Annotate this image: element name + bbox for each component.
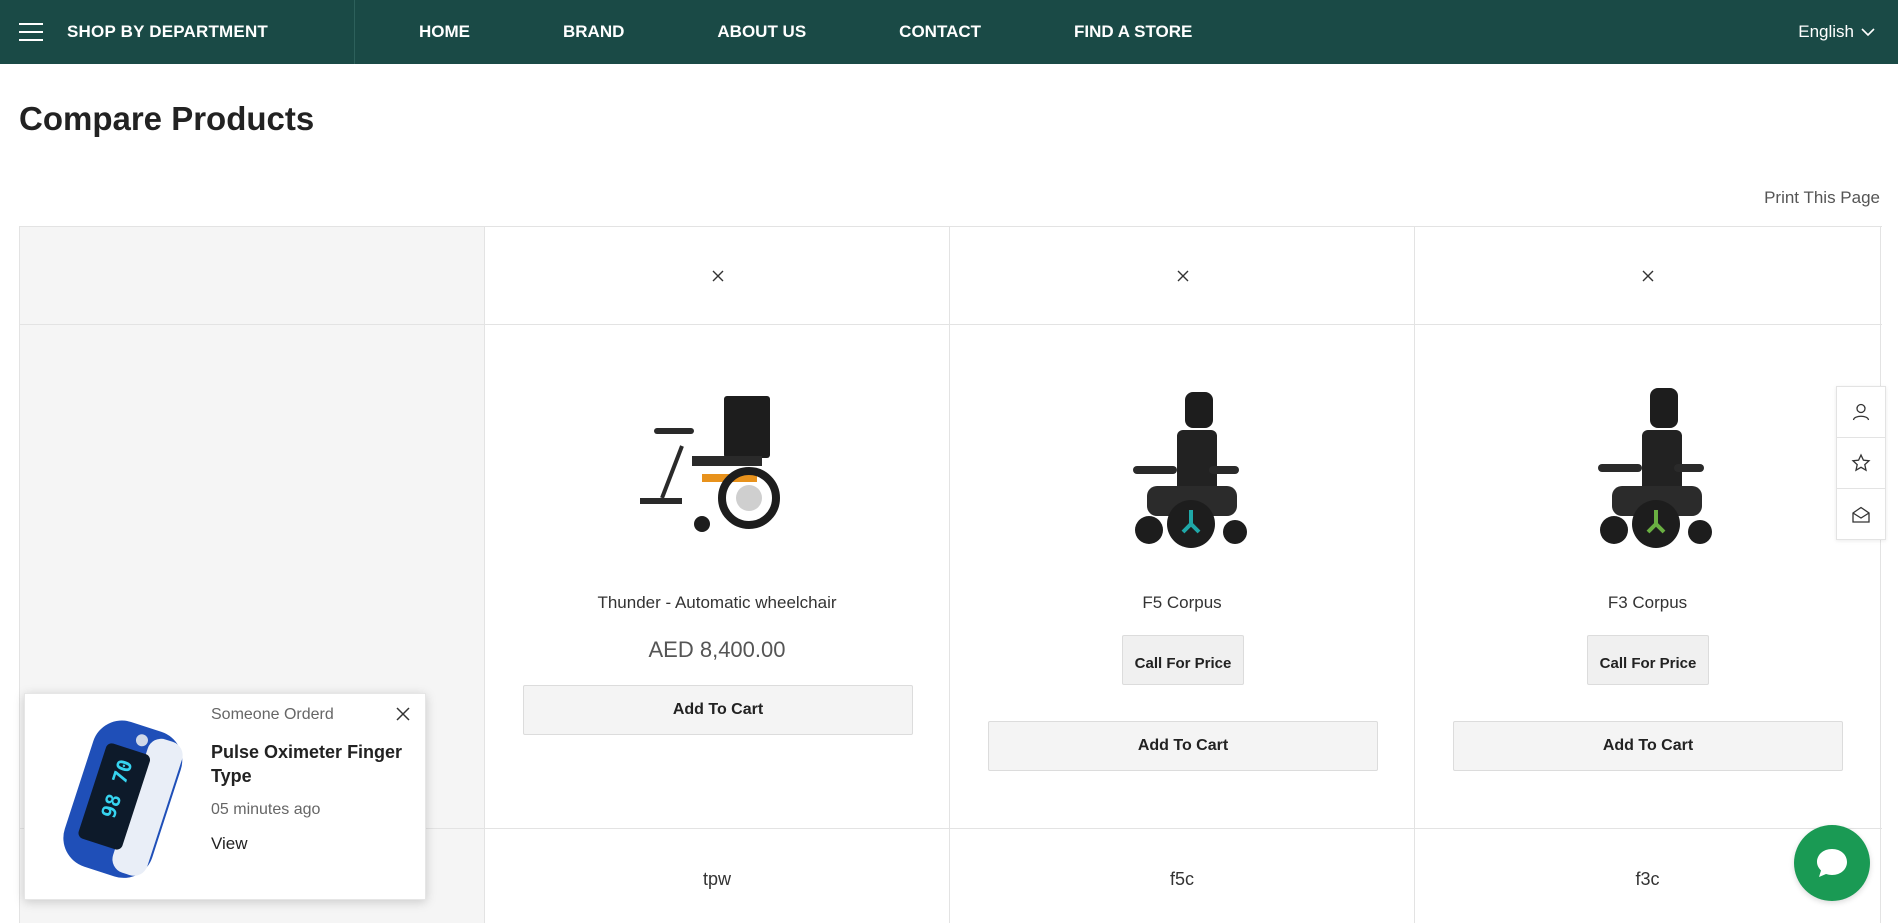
product-name[interactable]: F3 Corpus (1415, 593, 1880, 613)
recent-order-popup: 98 70 Someone Orderd Pulse Oximeter Fing… (24, 693, 426, 900)
language-label[interactable]: English (1798, 22, 1854, 42)
main-menu: HOME BRAND ABOUT US CONTACT FIND A STORE (419, 22, 1285, 42)
department-label[interactable]: SHOP BY DEPARTMENT (67, 22, 268, 42)
add-to-cart-button[interactable]: Add To Cart (523, 685, 913, 735)
product-sku: f5c (1169, 869, 1194, 889)
product-name[interactable]: Thunder - Automatic wheelchair (485, 593, 949, 613)
product-column: F5 Corpus Call For Price Add To Cart f5c (950, 226, 1415, 923)
nav-about-us[interactable]: ABOUT US (717, 22, 806, 42)
chat-button[interactable] (1794, 825, 1870, 901)
row-divider (20, 324, 1882, 325)
hamburger-icon[interactable] (19, 23, 43, 41)
product-column: Thunder - Automatic wheelchair AED 8,400… (485, 226, 950, 923)
print-page-link[interactable]: Print This Page (1764, 188, 1880, 208)
nav-contact[interactable]: CONTACT (899, 22, 981, 42)
floating-toolbar (1836, 386, 1886, 540)
product-image[interactable] (1562, 386, 1732, 556)
account-button[interactable] (1837, 387, 1885, 438)
close-icon[interactable] (1176, 269, 1190, 283)
product-name[interactable]: F5 Corpus (950, 593, 1414, 613)
language-selector[interactable]: English (1798, 0, 1876, 64)
product-image[interactable] (632, 386, 802, 556)
call-for-price-button[interactable]: Call For Price (1587, 635, 1709, 685)
chat-icon[interactable] (1812, 843, 1852, 883)
popup-heading: Someone Orderd (211, 706, 334, 723)
popup-view-link[interactable]: View (211, 834, 248, 854)
call-for-price-button[interactable]: Call For Price (1122, 635, 1244, 685)
user-icon[interactable] (1851, 402, 1871, 422)
top-navigation: SHOP BY DEPARTMENT HOME BRAND ABOUT US C… (0, 0, 1898, 64)
shop-by-department[interactable]: SHOP BY DEPARTMENT (0, 0, 355, 64)
close-icon[interactable] (711, 269, 725, 283)
add-to-cart-button[interactable]: Add To Cart (1453, 721, 1843, 771)
mail-icon[interactable] (1851, 505, 1871, 525)
popup-product-name[interactable]: Pulse Oximeter Finger Type (211, 740, 416, 788)
nav-find-a-store[interactable]: FIND A STORE (1074, 22, 1192, 42)
close-icon[interactable] (1641, 269, 1655, 283)
chevron-down-icon[interactable] (1860, 24, 1876, 40)
product-sku: tpw (702, 869, 731, 889)
product-image[interactable]: 98 70 (39, 708, 199, 888)
product-price: AED 8,400.00 (648, 637, 786, 662)
close-icon[interactable] (395, 706, 411, 722)
product-image[interactable] (1097, 386, 1267, 556)
product-column: F3 Corpus Call For Price Add To Cart f3c (1415, 226, 1881, 923)
popup-time: 05 minutes ago (211, 801, 321, 818)
newsletter-button[interactable] (1837, 489, 1885, 540)
page-title: Compare Products (19, 100, 315, 137)
star-icon[interactable] (1851, 453, 1871, 473)
wishlist-button[interactable] (1837, 438, 1885, 489)
nav-brand[interactable]: BRAND (563, 22, 624, 42)
row-divider (20, 226, 1882, 227)
nav-home[interactable]: HOME (419, 22, 470, 42)
add-to-cart-button[interactable]: Add To Cart (988, 721, 1378, 771)
